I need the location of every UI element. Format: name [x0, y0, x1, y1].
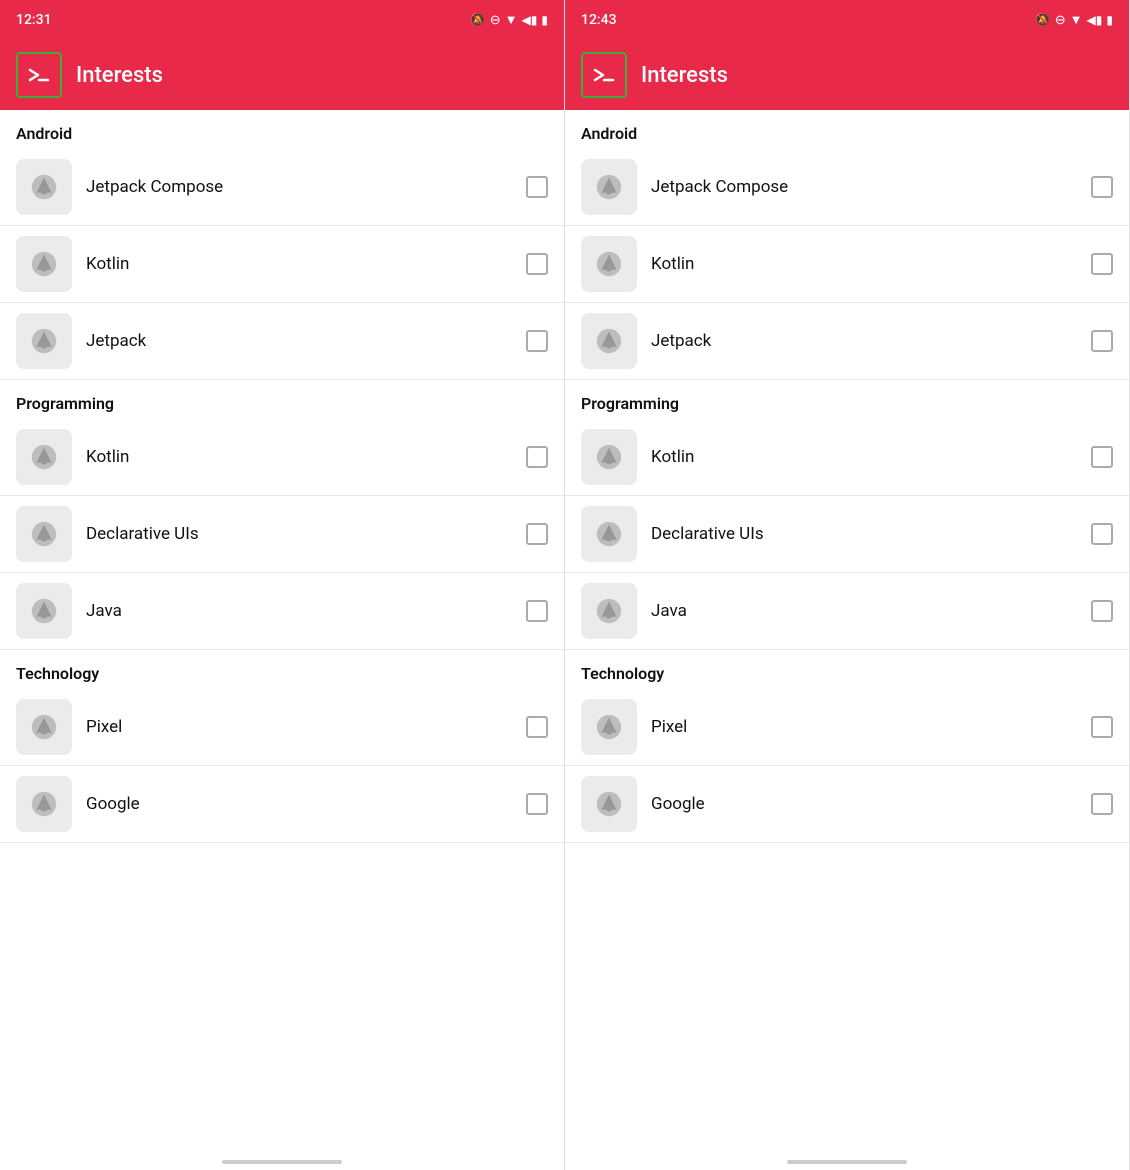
- item-label: Jetpack Compose: [651, 177, 1077, 197]
- item-label: Declarative UIs: [651, 524, 1077, 544]
- item-label: Pixel: [651, 717, 1077, 737]
- signal-icon: ◀▮: [1087, 13, 1103, 27]
- section-header-technology: Technology: [565, 650, 1129, 689]
- list-item[interactable]: Java: [565, 573, 1129, 650]
- list-item[interactable]: Pixel: [565, 689, 1129, 766]
- item-label: Pixel: [86, 717, 512, 737]
- item-icon: [16, 699, 72, 755]
- item-checkbox[interactable]: [1091, 600, 1113, 622]
- list-item[interactable]: Declarative UIs: [0, 496, 564, 573]
- item-icon: [581, 699, 637, 755]
- item-icon: [581, 776, 637, 832]
- list-item[interactable]: Pixel: [0, 689, 564, 766]
- battery-icon: ▮: [541, 13, 548, 27]
- item-checkbox[interactable]: [1091, 716, 1113, 738]
- minus-icon: ⊖: [490, 13, 501, 28]
- scroll-indicator: [222, 1160, 342, 1164]
- list-item[interactable]: Kotlin: [565, 226, 1129, 303]
- status-icons: 🔕 ⊖ ▼ ◀▮ ▮: [470, 12, 548, 28]
- phone-panel-right: 12:43 🔕 ⊖ ▼ ◀▮ ▮ Interests Android Jetpac…: [565, 0, 1130, 1170]
- list-item[interactable]: Kotlin: [565, 419, 1129, 496]
- content-area: Android Jetpack Compose Kotlin Jetpack Pr…: [565, 110, 1129, 1154]
- minus-icon: ⊖: [1055, 13, 1066, 28]
- item-label: Kotlin: [651, 447, 1077, 467]
- item-icon: [581, 506, 637, 562]
- app-icon-box[interactable]: [16, 52, 62, 98]
- item-checkbox[interactable]: [526, 716, 548, 738]
- app-bar: Interests: [0, 40, 564, 110]
- item-label: Kotlin: [86, 447, 512, 467]
- section-header-technology: Technology: [0, 650, 564, 689]
- item-icon: [581, 159, 637, 215]
- app-bar: Interests: [565, 40, 1129, 110]
- mute-icon: 🔕: [470, 13, 486, 28]
- status-time: 12:31: [16, 12, 52, 28]
- list-item[interactable]: Jetpack Compose: [0, 149, 564, 226]
- app-icon-box[interactable]: [581, 52, 627, 98]
- list-item[interactable]: Jetpack Compose: [565, 149, 1129, 226]
- item-checkbox[interactable]: [1091, 330, 1113, 352]
- mute-icon: 🔕: [1035, 13, 1051, 28]
- list-item[interactable]: Google: [0, 766, 564, 843]
- item-checkbox[interactable]: [526, 330, 548, 352]
- status-time: 12:43: [581, 12, 617, 28]
- item-icon: [581, 313, 637, 369]
- status-bar: 12:43 🔕 ⊖ ▼ ◀▮ ▮: [565, 0, 1129, 40]
- item-icon: [581, 236, 637, 292]
- item-label: Jetpack: [86, 331, 512, 351]
- item-label: Google: [86, 794, 512, 814]
- item-checkbox[interactable]: [1091, 253, 1113, 275]
- item-icon: [581, 429, 637, 485]
- item-icon: [16, 776, 72, 832]
- list-item[interactable]: Jetpack: [0, 303, 564, 380]
- item-icon: [16, 429, 72, 485]
- item-checkbox[interactable]: [1091, 176, 1113, 198]
- item-label: Declarative UIs: [86, 524, 512, 544]
- list-item[interactable]: Kotlin: [0, 226, 564, 303]
- status-icons: 🔕 ⊖ ▼ ◀▮ ▮: [1035, 12, 1113, 28]
- item-icon: [16, 236, 72, 292]
- wifi-icon: ▼: [505, 12, 518, 28]
- battery-icon: ▮: [1106, 13, 1113, 27]
- section-header-programming: Programming: [0, 380, 564, 419]
- list-item[interactable]: Google: [565, 766, 1129, 843]
- item-label: Kotlin: [651, 254, 1077, 274]
- item-label: Google: [651, 794, 1077, 814]
- item-checkbox[interactable]: [526, 446, 548, 468]
- item-icon: [16, 583, 72, 639]
- section-header-programming: Programming: [565, 380, 1129, 419]
- list-item[interactable]: Kotlin: [0, 419, 564, 496]
- item-icon: [16, 313, 72, 369]
- signal-icon: ◀▮: [522, 13, 538, 27]
- phone-panel-left: 12:31 🔕 ⊖ ▼ ◀▮ ▮ Interests Android Jetpac…: [0, 0, 565, 1170]
- item-checkbox[interactable]: [526, 793, 548, 815]
- item-checkbox[interactable]: [526, 600, 548, 622]
- item-icon: [16, 159, 72, 215]
- item-checkbox[interactable]: [526, 253, 548, 275]
- item-checkbox[interactable]: [526, 523, 548, 545]
- list-item[interactable]: Declarative UIs: [565, 496, 1129, 573]
- item-icon: [16, 506, 72, 562]
- section-header-android: Android: [0, 110, 564, 149]
- scroll-indicator: [787, 1160, 907, 1164]
- item-checkbox[interactable]: [1091, 793, 1113, 815]
- app-title: Interests: [641, 63, 728, 88]
- item-label: Java: [86, 601, 512, 621]
- app-title: Interests: [76, 63, 163, 88]
- item-label: Java: [651, 601, 1077, 621]
- item-icon: [581, 583, 637, 639]
- item-checkbox[interactable]: [526, 176, 548, 198]
- wifi-icon: ▼: [1070, 12, 1083, 28]
- item-label: Jetpack: [651, 331, 1077, 351]
- status-bar: 12:31 🔕 ⊖ ▼ ◀▮ ▮: [0, 0, 564, 40]
- list-item[interactable]: Java: [0, 573, 564, 650]
- item-label: Kotlin: [86, 254, 512, 274]
- content-area: Android Jetpack Compose Kotlin Jetpack Pr…: [0, 110, 564, 1154]
- item-label: Jetpack Compose: [86, 177, 512, 197]
- list-item[interactable]: Jetpack: [565, 303, 1129, 380]
- item-checkbox[interactable]: [1091, 523, 1113, 545]
- section-header-android: Android: [565, 110, 1129, 149]
- item-checkbox[interactable]: [1091, 446, 1113, 468]
